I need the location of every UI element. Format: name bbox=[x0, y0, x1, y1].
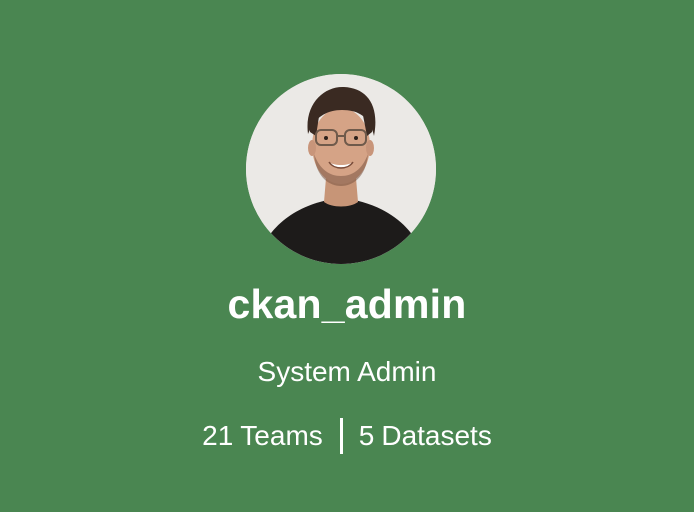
avatar-photo-icon bbox=[246, 74, 436, 264]
teams-label: Teams bbox=[240, 420, 323, 451]
stats-divider bbox=[339, 418, 343, 454]
user-role: System Admin bbox=[257, 356, 437, 387]
datasets-label: Datasets bbox=[381, 420, 492, 451]
user-stats: 21 Teams 5 Datasets bbox=[0, 416, 694, 456]
teams-stat[interactable]: 21 Teams bbox=[202, 416, 323, 456]
username: ckan_admin bbox=[227, 281, 467, 327]
datasets-count: 5 bbox=[358, 420, 375, 451]
datasets-stat[interactable]: 5 Datasets bbox=[359, 416, 492, 456]
user-profile-header: ckan_admin System Admin 21 Teams 5 Datas… bbox=[0, 0, 694, 512]
avatar[interactable] bbox=[246, 74, 436, 264]
teams-count: 21 bbox=[202, 420, 234, 451]
